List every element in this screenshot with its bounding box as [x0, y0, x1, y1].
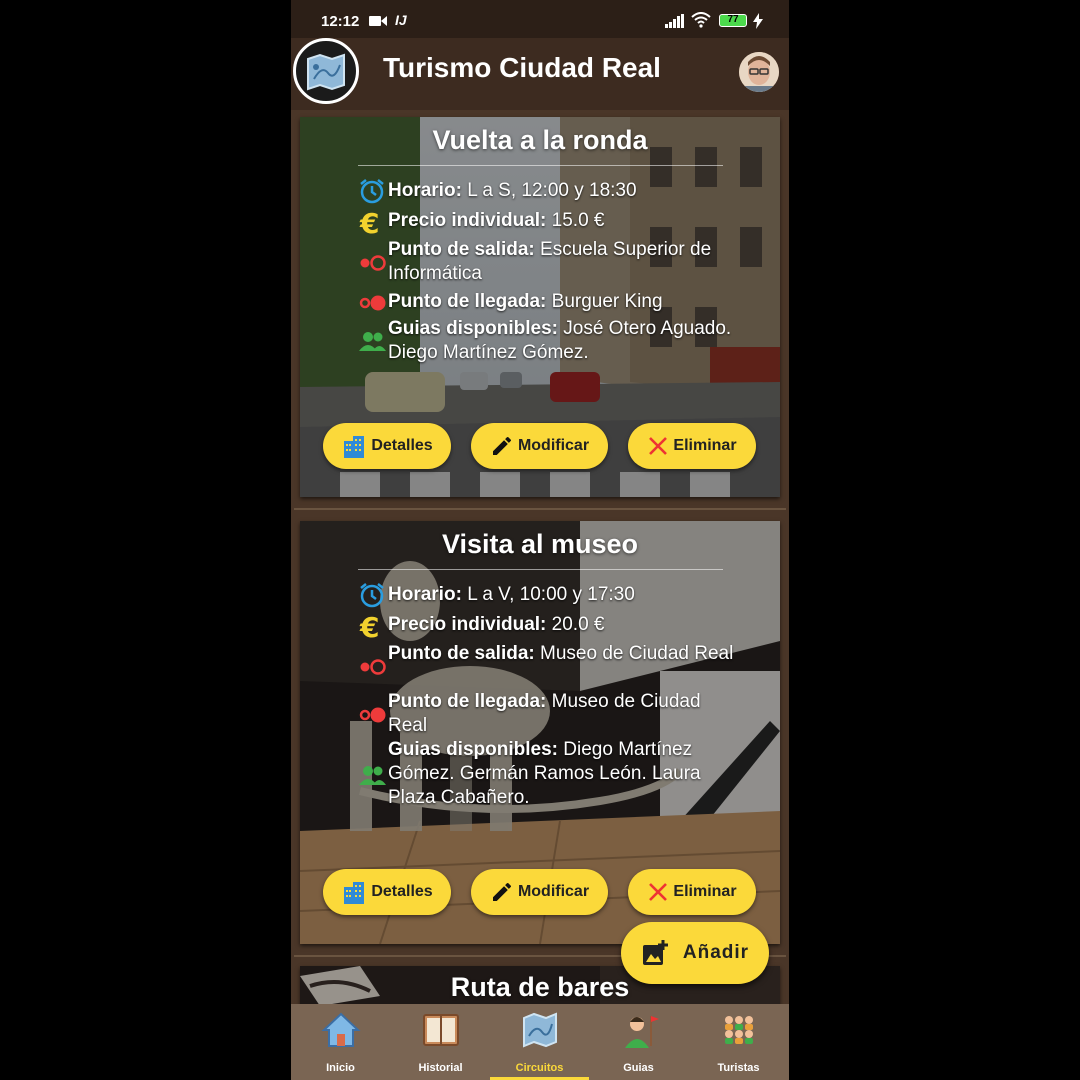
- app-title: Turismo Ciudad Real: [383, 52, 661, 83]
- app-screen: 12:12 IJ 77 Turismo Ciudad Real Vuelta a…: [291, 0, 789, 1080]
- circuit-title: Vuelta a la ronda: [432, 125, 648, 155]
- close-icon: [649, 437, 668, 455]
- price-row: Precio individual: 20.0 €: [388, 614, 605, 635]
- map-icon: [307, 53, 345, 91]
- departure-row: Punto de salida: Escuela Superior de Inf…: [388, 239, 712, 284]
- bottom-navigation: Inicio Historial Circuitos Guias Turista…: [291, 1004, 789, 1080]
- profile-photo-icon: [739, 52, 779, 92]
- close-icon: [649, 883, 668, 901]
- wifi-icon: [691, 12, 711, 28]
- battery-level: 77: [727, 14, 739, 25]
- details-button[interactable]: Detalles: [323, 423, 451, 469]
- tourists-group-icon: [725, 1016, 753, 1044]
- departure-point-icon: [360, 255, 386, 271]
- nav-item-circuitos[interactable]: Circuitos: [490, 1004, 589, 1080]
- schedule-row: Horario: L a V, 10:00 y 17:30: [388, 584, 635, 605]
- price-row: Precio individual: 15.0 €: [388, 210, 605, 231]
- departure-point-icon: [360, 659, 386, 675]
- city-buildings-icon: [344, 882, 365, 904]
- guides-icon: [359, 766, 386, 785]
- app-logo[interactable]: [293, 38, 359, 104]
- pencil-icon: [492, 436, 511, 455]
- map-icon: [523, 1012, 557, 1048]
- arrival-point-icon: [359, 295, 386, 311]
- euro-icon: €: [359, 612, 379, 640]
- user-avatar[interactable]: [739, 52, 779, 92]
- title-divider: [358, 569, 723, 570]
- add-circuit-button[interactable]: Añadir: [621, 922, 769, 984]
- delete-button[interactable]: Eliminar: [628, 869, 756, 915]
- add-photo-icon: [642, 940, 668, 965]
- schedule-row: Horario: L a S, 12:00 y 18:30: [388, 180, 637, 201]
- delete-button[interactable]: Eliminar: [628, 423, 756, 469]
- modify-button[interactable]: Modificar: [471, 423, 608, 469]
- nav-item-inicio[interactable]: Inicio: [291, 1004, 390, 1080]
- video-camera-icon: [369, 16, 387, 26]
- guide-person-icon: [625, 1016, 659, 1048]
- battery-icon: 77: [719, 14, 747, 27]
- status-bar: 12:12 IJ 77: [291, 0, 789, 38]
- alarm-clock-icon: [360, 179, 384, 204]
- guides-row: Guias disponibles: José Otero Aguado. Di…: [388, 318, 732, 363]
- history-book-icon: [423, 1014, 459, 1046]
- nav-item-historial[interactable]: Historial: [391, 1004, 490, 1080]
- app-bar: Turismo Ciudad Real: [291, 38, 789, 110]
- departure-row: Punto de salida: Museo de Ciudad Real: [388, 643, 734, 664]
- signal-icon: [665, 14, 684, 28]
- home-icon: [321, 1012, 361, 1047]
- arrival-point-icon: [359, 707, 386, 723]
- alarm-clock-icon: [360, 583, 384, 608]
- euro-icon: €: [359, 208, 379, 236]
- notification-icon: IJ: [395, 12, 407, 28]
- arrival-row: Punto de llegada: Museo de Ciudad Real: [388, 691, 701, 736]
- circuit-card: Visita al museo Horario: L a V, 10:00 y …: [300, 521, 780, 944]
- details-button[interactable]: Detalles: [323, 869, 451, 915]
- svg-text:€: €: [359, 208, 379, 236]
- arrival-row: Punto de llegada: Burguer King: [388, 291, 663, 312]
- modify-button[interactable]: Modificar: [471, 869, 608, 915]
- circuit-title: Visita al museo: [441, 529, 639, 559]
- nav-item-turistas[interactable]: Turistas: [689, 1004, 788, 1080]
- svg-text:€: €: [359, 612, 379, 640]
- status-time: 12:12: [321, 13, 360, 30]
- nav-item-guias[interactable]: Guias: [589, 1004, 688, 1080]
- add-circuit-label: Añadir: [682, 942, 750, 963]
- list-divider: [294, 508, 786, 510]
- circuit-list[interactable]: Vuelta a la ronda Horario: L a S, 12:00 …: [291, 110, 789, 1004]
- charging-icon: [753, 13, 763, 29]
- title-divider: [358, 165, 723, 166]
- pencil-icon: [492, 882, 511, 901]
- circuit-card: Vuelta a la ronda Horario: L a S, 12:00 …: [300, 117, 780, 497]
- guides-icon: [359, 332, 386, 351]
- city-buildings-icon: [344, 436, 365, 458]
- guides-row: Guias disponibles: Diego Martínez Gómez.…: [388, 739, 701, 808]
